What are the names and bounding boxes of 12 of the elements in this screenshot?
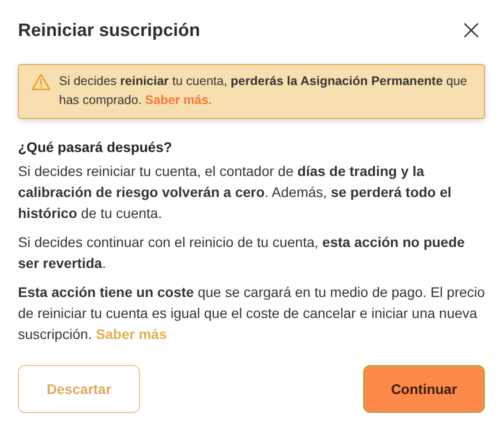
section-heading: ¿Qué pasará después? <box>18 139 174 155</box>
learn-more-link[interactable]: Saber más <box>96 326 167 342</box>
continue-button[interactable]: Continuar <box>363 365 485 413</box>
dialog-title: Reiniciar suscripción <box>18 20 200 40</box>
close-button[interactable]: × <box>458 16 485 44</box>
discard-button[interactable]: Descartar <box>18 365 140 413</box>
learn-more-link[interactable]: Saber más. <box>145 93 212 107</box>
warning-icon <box>31 73 51 91</box>
warning-text: Si decides reiniciar tu cuenta, perderás la Asignación Permanente que has comprado. Saber más. <box>59 73 468 109</box>
paragraph: Si decides reiniciar tu cuenta, el contador de días de trading y la calibración de riesgo volverán a cero. Además, se perderá todo el histórico de tu cuenta. <box>18 162 452 223</box>
paragraph: Si decides continuar con el reinicio de tu cuenta, esta acción no puede ser revertida. <box>18 233 466 273</box>
paragraph: Esta acción tiene un coste que se cargará en tu medio de pago. El precio de reiniciar tu cuenta es igual que el coste de cancelar e iniciar una nueva suscripción. Saber más <box>18 283 485 344</box>
